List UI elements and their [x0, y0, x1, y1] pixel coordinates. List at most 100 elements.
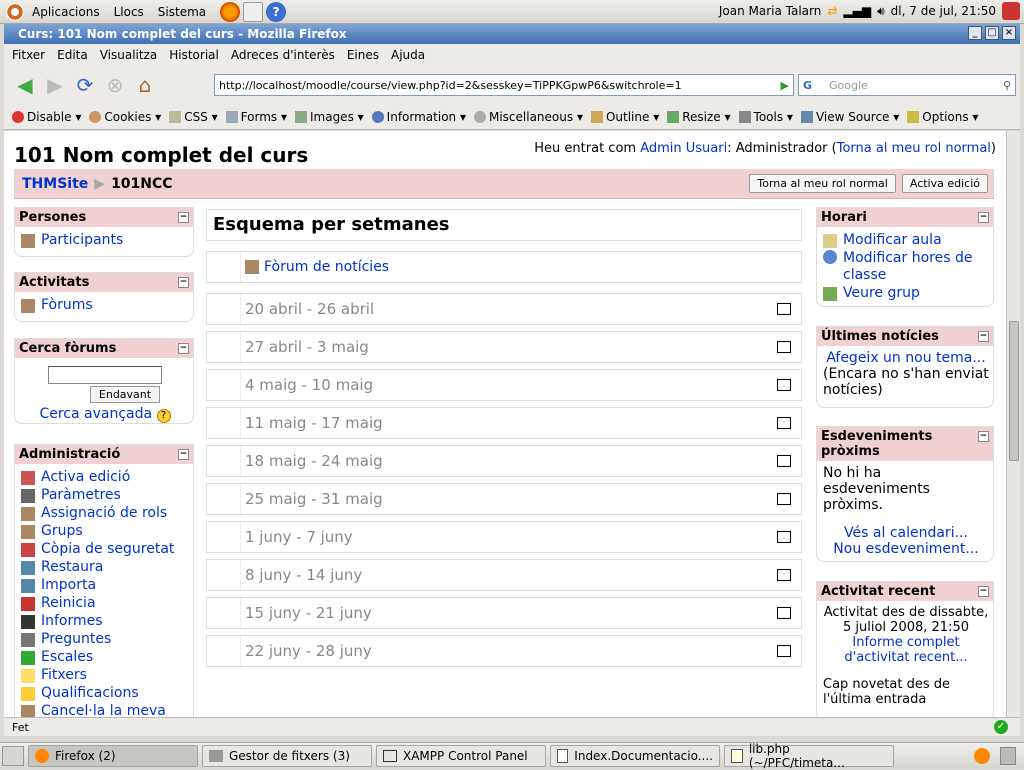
- menu-visualitza[interactable]: Visualitza: [100, 48, 158, 62]
- show-only-week-icon[interactable]: [777, 341, 791, 353]
- return-normal-role-button[interactable]: Torna al meu rol normal: [749, 174, 896, 193]
- show-only-week-icon[interactable]: [777, 531, 791, 543]
- dev-information[interactable]: Information ▾: [371, 110, 466, 124]
- dev-miscellaneous[interactable]: Miscellaneous ▾: [473, 110, 583, 124]
- task-file-manager[interactable]: Gestor de fitxers (3): [202, 744, 372, 767]
- task-xampp[interactable]: XAMPP Control Panel: [376, 744, 546, 767]
- dev-outline[interactable]: Outline ▾: [590, 110, 659, 124]
- dev-options[interactable]: Options ▾: [907, 110, 978, 124]
- url-bar[interactable]: http://localhost/moodle/course/view.php?…: [214, 74, 794, 96]
- menu-historial[interactable]: Historial: [169, 48, 219, 62]
- vertical-scrollbar[interactable]: [1006, 131, 1020, 717]
- firefox-tray-icon[interactable]: [974, 747, 990, 764]
- show-desktop-icon[interactable]: [2, 745, 24, 766]
- menu-ajuda[interactable]: Ajuda: [391, 48, 425, 62]
- modify-room-link[interactable]: Modificar aula: [823, 232, 989, 249]
- calendar-link[interactable]: Vés al calendari...: [844, 525, 968, 541]
- mail-launcher-icon[interactable]: [243, 1, 264, 22]
- admin-item[interactable]: Qualificacions: [21, 685, 189, 702]
- dev-images[interactable]: Images ▾: [294, 110, 364, 124]
- show-only-week-icon[interactable]: [777, 569, 791, 581]
- task-firefox[interactable]: Firefox (2): [28, 744, 198, 767]
- trash-icon[interactable]: [1000, 746, 1016, 765]
- forums-link[interactable]: Fòrums: [21, 297, 189, 314]
- task-lib-php[interactable]: lib.php (~/PFC/timeta...: [724, 742, 894, 770]
- google-icon[interactable]: G: [803, 79, 812, 92]
- collapse-icon[interactable]: −: [178, 212, 189, 223]
- admin-item[interactable]: Grups: [21, 523, 189, 540]
- dev-tools[interactable]: Tools ▾: [738, 110, 793, 124]
- crumb-site[interactable]: THMSite: [22, 176, 88, 192]
- admin-item[interactable]: Importa: [21, 577, 189, 594]
- admin-item[interactable]: Reinicia: [21, 595, 189, 612]
- show-only-week-icon[interactable]: [777, 455, 791, 467]
- collapse-icon[interactable]: −: [178, 449, 189, 460]
- go-icon[interactable]: ▶: [781, 79, 789, 92]
- menu-aplicacions[interactable]: Aplicacions: [32, 5, 100, 19]
- task-index-doc[interactable]: Index.Documentacio....: [550, 744, 720, 767]
- panel-clock[interactable]: dl, 7 de jul, 21:50: [891, 4, 996, 18]
- reload-icon[interactable]: ⟳: [70, 70, 100, 100]
- admin-item[interactable]: Escales: [21, 649, 189, 666]
- admin-item[interactable]: Informes: [21, 613, 189, 630]
- home-icon[interactable]: ⌂: [130, 70, 160, 100]
- admin-item[interactable]: Restaura: [21, 559, 189, 576]
- collapse-icon[interactable]: −: [178, 343, 189, 354]
- advanced-search-link[interactable]: Cerca avançada: [39, 406, 152, 422]
- add-topic-link[interactable]: Afegeix un nou tema...: [826, 350, 985, 366]
- help-launcher-icon[interactable]: ?: [266, 1, 287, 22]
- dev-resize[interactable]: Resize ▾: [667, 110, 731, 124]
- maximize-icon[interactable]: □: [985, 26, 999, 40]
- forum-search-input[interactable]: [48, 366, 162, 384]
- collapse-icon[interactable]: −: [978, 212, 989, 223]
- menu-adreces[interactable]: Adreces d'interès: [231, 48, 335, 62]
- admin-item[interactable]: Cancel·la la meva: [21, 703, 189, 717]
- url-text[interactable]: http://localhost/moodle/course/view.php?…: [219, 79, 682, 92]
- dev-css[interactable]: CSS ▾: [169, 110, 218, 124]
- admin-item[interactable]: Fitxers: [21, 667, 189, 684]
- admin-item[interactable]: Assignació de rols: [21, 505, 189, 522]
- menu-eines[interactable]: Eines: [347, 48, 379, 62]
- full-report-link[interactable]: Informe complet d'activitat recent...: [844, 635, 967, 665]
- menu-edita[interactable]: Edita: [57, 48, 88, 62]
- dev-forms[interactable]: Forms ▾: [225, 110, 287, 124]
- panel-user[interactable]: Joan Maria Talarn: [719, 4, 822, 18]
- back-icon[interactable]: ◀: [10, 70, 40, 100]
- volume-icon[interactable]: 🔊︎: [877, 4, 885, 19]
- show-only-week-icon[interactable]: [777, 607, 791, 619]
- dev-cookies[interactable]: Cookies ▾: [89, 110, 161, 124]
- scrollbar-thumb[interactable]: [1009, 321, 1019, 461]
- turn-editing-on-button[interactable]: Activa edició: [901, 174, 988, 193]
- return-role-link[interactable]: Torna al meu rol normal: [837, 141, 991, 156]
- new-event-link[interactable]: Nou esdeveniment...: [833, 541, 978, 557]
- magnifier-icon[interactable]: ⚲: [1003, 79, 1011, 92]
- menu-sistema[interactable]: Sistema: [158, 5, 206, 19]
- collapse-icon[interactable]: −: [978, 431, 989, 442]
- power-icon[interactable]: [1002, 2, 1020, 20]
- show-only-week-icon[interactable]: [777, 417, 791, 429]
- check-icon[interactable]: ✓: [994, 720, 1008, 734]
- dev-view-source[interactable]: View Source ▾: [800, 110, 899, 124]
- dev-disable[interactable]: Disable ▾: [12, 110, 81, 124]
- minimize-icon[interactable]: _: [968, 26, 982, 40]
- view-group-link[interactable]: Veure grup: [823, 285, 989, 302]
- news-forum-link[interactable]: Fòrum de notícies: [241, 259, 389, 275]
- collapse-icon[interactable]: −: [178, 277, 189, 288]
- menu-fitxer[interactable]: Fitxer: [12, 48, 45, 62]
- collapse-icon[interactable]: −: [978, 586, 989, 597]
- forward-icon[interactable]: ▶: [40, 70, 70, 100]
- show-only-week-icon[interactable]: [777, 645, 791, 657]
- collapse-icon[interactable]: −: [978, 331, 989, 342]
- modify-hours-link[interactable]: Modificar hores de classe: [823, 250, 989, 284]
- admin-item[interactable]: Còpia de seguretat: [21, 541, 189, 558]
- firefox-launcher-icon[interactable]: [220, 1, 241, 22]
- search-go-button[interactable]: Endavant: [89, 386, 161, 403]
- help-icon[interactable]: ?: [156, 409, 171, 423]
- show-only-week-icon[interactable]: [777, 303, 791, 315]
- admin-item[interactable]: Paràmetres: [21, 487, 189, 504]
- login-user-link[interactable]: Admin Usuari: [640, 141, 727, 156]
- ubuntu-logo-icon[interactable]: [6, 2, 24, 21]
- admin-item[interactable]: Preguntes: [21, 631, 189, 648]
- participants-link[interactable]: Participants: [21, 232, 189, 249]
- admin-item[interactable]: Activa edició: [21, 469, 189, 486]
